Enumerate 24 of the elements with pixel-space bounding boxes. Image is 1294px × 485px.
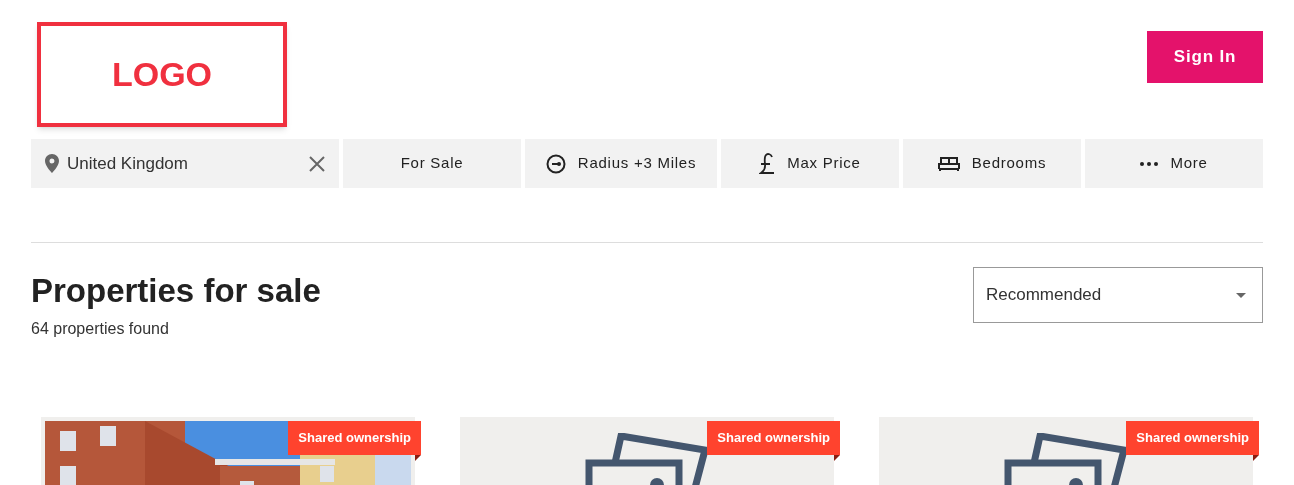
radius-icon bbox=[545, 153, 566, 174]
ribbon-fold-icon bbox=[1253, 454, 1259, 461]
page-heading: Properties for sale bbox=[31, 271, 321, 311]
shared-ownership-badge: Shared ownership bbox=[1126, 421, 1259, 455]
location-field[interactable]: United Kingdom bbox=[31, 139, 339, 188]
ribbon-fold-icon bbox=[415, 454, 421, 461]
ribbon-fold-icon bbox=[834, 454, 840, 461]
filter-button[interactable]: For Sale bbox=[343, 139, 521, 188]
clear-button[interactable] bbox=[309, 155, 325, 172]
filter-button[interactable]: Radius +3 Miles bbox=[525, 139, 717, 188]
bed-icon bbox=[937, 155, 960, 172]
map-pin-icon bbox=[45, 154, 59, 173]
more-icon bbox=[1140, 161, 1159, 166]
filter-button[interactable]: Max Price bbox=[721, 139, 899, 188]
pound-icon bbox=[759, 152, 776, 175]
logo[interactable]: LOGO bbox=[37, 22, 287, 127]
result-count: 64 properties found bbox=[31, 319, 170, 339]
sign-in-button[interactable]: Sign In bbox=[1147, 31, 1263, 83]
sort-dropdown[interactable]: Recommended bbox=[973, 267, 1263, 323]
filter-button[interactable]: More bbox=[1085, 139, 1263, 188]
shared-ownership-badge: Shared ownership bbox=[707, 421, 840, 455]
shared-ownership-badge: Shared ownership bbox=[288, 421, 421, 455]
filter-button[interactable]: Bedrooms bbox=[903, 139, 1081, 188]
caret-icon bbox=[1236, 292, 1246, 298]
